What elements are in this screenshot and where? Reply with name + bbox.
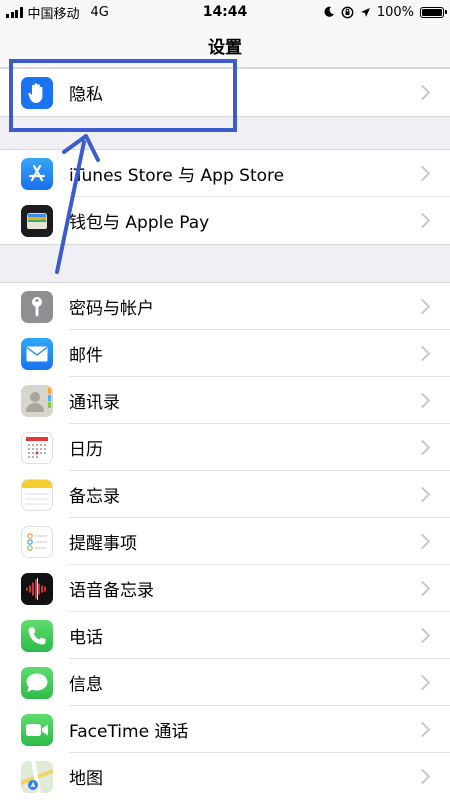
network-label: 4G <box>90 4 109 20</box>
battery-fill <box>422 8 442 16</box>
settings-row-app-store[interactable]: iTunes Store 与 App Store <box>0 150 450 197</box>
chevron-right-icon <box>414 298 431 315</box>
settings-row-label: 信息 <box>69 675 103 695</box>
settings-row-contacts[interactable]: 通讯录 <box>0 377 450 424</box>
settings-row-wallet[interactable]: 钱包与 Apple Pay <box>0 197 450 244</box>
phone-icon <box>21 619 53 652</box>
chevron-right-icon <box>414 627 431 644</box>
moon-icon <box>324 6 334 17</box>
settings-row-passwords[interactable]: 密码与帐户 <box>0 283 450 330</box>
settings-row-label: 通讯录 <box>69 393 120 413</box>
settings-row-phone[interactable]: 电话 <box>0 612 450 659</box>
settings-row-label: 隐私 <box>69 85 103 105</box>
mail-icon <box>21 337 53 370</box>
chevron-right-icon <box>414 165 431 182</box>
status-right: 100% <box>323 5 450 20</box>
settings-row-label: iTunes Store 与 App Store <box>69 166 285 186</box>
reminders-icon <box>21 525 53 558</box>
signal-icon <box>6 6 23 18</box>
location-icon <box>360 7 370 17</box>
status-bar: 中国移动 4G 14:44 100% <box>0 0 450 24</box>
settings-row-label: FaceTime 通话 <box>69 722 189 742</box>
wallet-icon <box>21 204 53 237</box>
settings-row-label: 提醒事项 <box>69 534 137 554</box>
chevron-right-icon <box>414 345 431 362</box>
chevron-right-icon <box>414 768 431 785</box>
facetime-icon <box>21 713 53 746</box>
settings-row-mail[interactable]: 邮件 <box>0 330 450 377</box>
key-icon <box>21 290 53 323</box>
messages-icon <box>21 666 53 699</box>
settings-row-voice-memos[interactable]: 语音备忘录 <box>0 565 450 612</box>
contacts-icon <box>21 384 53 417</box>
settings-screen: 中国移动 4G 14:44 100% 设置 隐私 iTunes Store 与 … <box>0 0 450 800</box>
status-left: 中国移动 4G <box>0 3 109 22</box>
settings-group-apps: 密码与帐户 邮件 通讯录 日历 备忘录 提醒事项 语音备忘录 电话 信息 Fac… <box>0 282 450 800</box>
app-store-icon <box>21 157 53 190</box>
settings-row-label: 日历 <box>69 440 103 460</box>
chevron-right-icon <box>414 212 431 229</box>
settings-row-messages[interactable]: 信息 <box>0 659 450 706</box>
battery-percent: 100% <box>376 4 414 20</box>
settings-row-privacy[interactable]: 隐私 <box>0 69 450 116</box>
settings-row-label: 密码与帐户 <box>69 299 154 319</box>
settings-row-maps[interactable]: 地图 <box>0 753 450 800</box>
settings-row-label: 地图 <box>69 769 103 789</box>
carrier-label: 中国移动 <box>27 6 80 22</box>
settings-row-facetime[interactable]: FaceTime 通话 <box>0 706 450 753</box>
chevron-right-icon <box>414 580 431 597</box>
settings-row-label: 语音备忘录 <box>69 581 154 601</box>
notes-icon <box>21 478 53 511</box>
nav-bar: 设置 <box>0 24 450 68</box>
settings-group-privacy: 隐私 <box>0 68 450 117</box>
calendar-icon <box>21 431 53 464</box>
settings-row-label: 备忘录 <box>69 487 120 507</box>
chevron-right-icon <box>414 439 431 456</box>
chevron-right-icon <box>414 674 431 691</box>
settings-row-reminders[interactable]: 提醒事项 <box>0 518 450 565</box>
maps-icon <box>21 760 53 793</box>
settings-row-calendar[interactable]: 日历 <box>0 424 450 471</box>
chevron-right-icon <box>414 486 431 503</box>
chevron-right-icon <box>414 392 431 409</box>
battery-icon <box>420 6 447 18</box>
rotation-lock-icon <box>341 6 354 18</box>
settings-row-label: 电话 <box>69 628 103 648</box>
chevron-right-icon <box>414 721 431 738</box>
hand-icon <box>21 76 53 109</box>
settings-group-store: iTunes Store 与 App Store 钱包与 Apple Pay <box>0 149 450 245</box>
chevron-right-icon <box>414 533 431 550</box>
chevron-right-icon <box>414 84 431 101</box>
settings-row-label: 邮件 <box>69 346 103 366</box>
settings-row-label: 钱包与 Apple Pay <box>69 213 210 233</box>
settings-row-notes[interactable]: 备忘录 <box>0 471 450 518</box>
page-title: 设置 <box>208 38 242 58</box>
voice-memos-icon <box>21 572 53 605</box>
